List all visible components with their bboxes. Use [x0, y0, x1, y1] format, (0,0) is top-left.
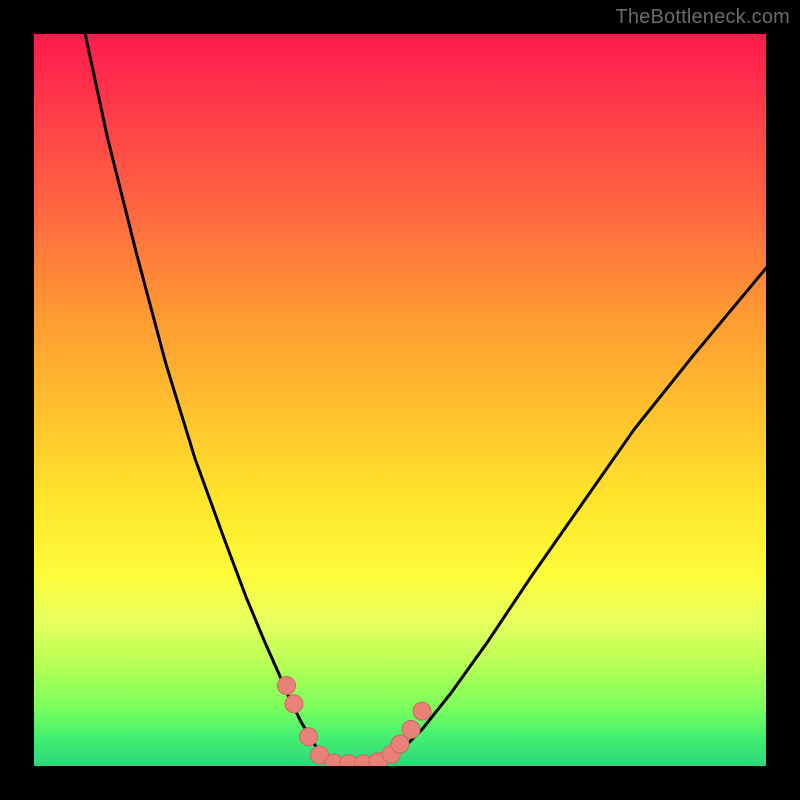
plot-area [34, 34, 766, 766]
data-marker [413, 702, 431, 720]
chart-frame: TheBottleneck.com [0, 0, 800, 800]
curve-path [85, 34, 766, 765]
data-marker [278, 677, 296, 695]
data-marker [285, 695, 303, 713]
data-marker [402, 720, 420, 738]
chart-svg [34, 34, 766, 766]
data-marker [300, 728, 318, 746]
bottleneck-curve [85, 34, 766, 765]
data-marker [391, 735, 409, 753]
attribution-text: TheBottleneck.com [615, 6, 790, 29]
